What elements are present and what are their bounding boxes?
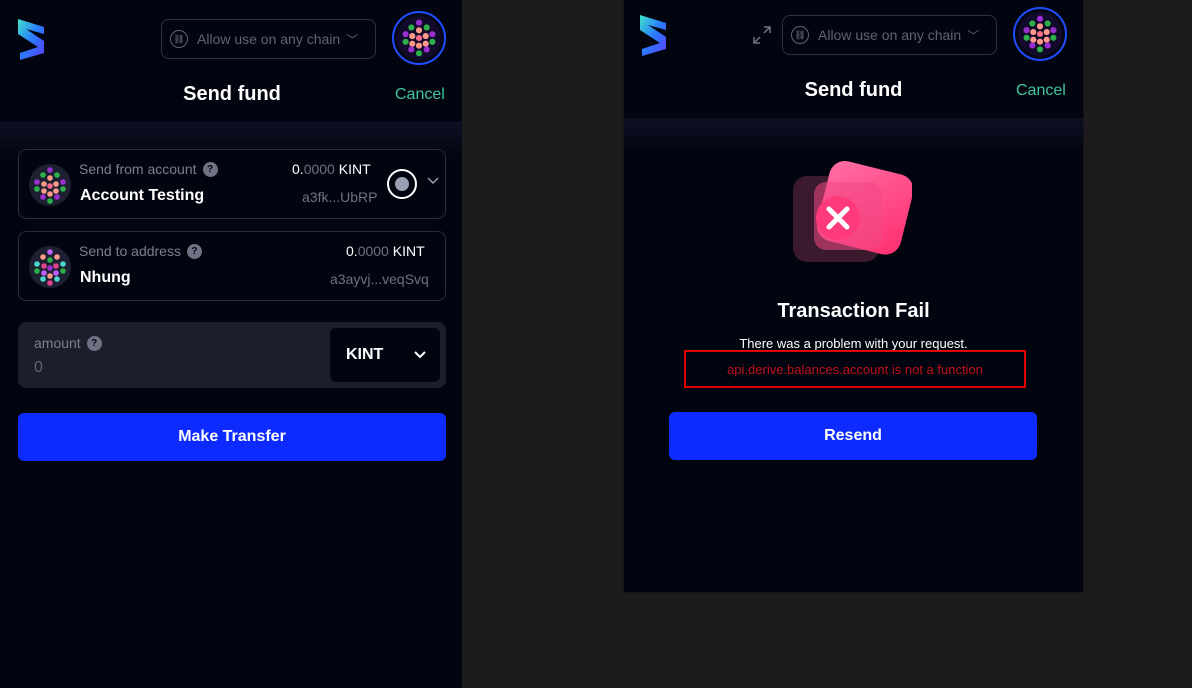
from-balance-token: KINT: [334, 161, 371, 177]
from-account-label-text: Send from account: [79, 161, 197, 177]
error-message: api.derive.balances.account is not a fun…: [684, 350, 1026, 388]
amount-label-text: amount: [34, 335, 81, 351]
subwallet-logo-icon[interactable]: [638, 13, 670, 57]
to-balance-dec: 0000: [357, 243, 389, 259]
amount-input[interactable]: 0: [34, 359, 43, 377]
to-address-label-text: Send to address: [79, 243, 181, 259]
token-select[interactable]: KINT: [330, 328, 440, 382]
cancel-button[interactable]: Cancel: [395, 86, 445, 104]
expand-icon[interactable]: [752, 25, 772, 45]
chain-icon: ⛓: [170, 30, 188, 48]
to-address-label: Send to address ?: [79, 243, 202, 259]
send-to-address-card[interactable]: Send to address ? Nhung 0.0000 KINT a3ay…: [18, 231, 446, 301]
from-account-address: a3fk...UbRP: [302, 189, 378, 205]
amount-field[interactable]: amount ? 0 KINT: [18, 322, 446, 388]
from-balance-int: 0.: [292, 161, 304, 177]
to-address-avatar: [29, 246, 71, 288]
from-account-name: Account Testing: [80, 187, 205, 204]
amount-label: amount ?: [34, 335, 102, 351]
page-title: Send fund: [183, 83, 281, 105]
help-icon[interactable]: ?: [86, 335, 102, 351]
transaction-result-panel: ⛓ Allow use on any chain ﹀ Send fund Can…: [624, 0, 1083, 592]
help-icon[interactable]: ?: [186, 243, 202, 259]
help-icon[interactable]: ?: [202, 161, 218, 177]
error-text: api.derive.balances.account is not a fun…: [727, 361, 983, 377]
cancel-button[interactable]: Cancel: [1016, 82, 1066, 100]
chain-select[interactable]: ⛓ Allow use on any chain ﹀: [161, 19, 376, 59]
resend-button[interactable]: Resend: [669, 412, 1037, 460]
to-address-value: a3ayvj...veqSvq: [330, 271, 429, 287]
result-title: Transaction Fail: [777, 300, 930, 322]
account-avatar[interactable]: [1013, 7, 1067, 61]
from-balance-dec: 0000: [303, 161, 335, 177]
page-title: Send fund: [804, 79, 903, 101]
to-address-balance: 0.0000 KINT: [346, 243, 425, 259]
chain-select-label: Allow use on any chain: [818, 27, 962, 43]
chevron-down-icon: ﹀: [967, 28, 980, 43]
chevron-down-icon: ﹀: [346, 32, 359, 47]
subwallet-logo-icon[interactable]: [16, 17, 48, 61]
account-avatar[interactable]: [392, 11, 446, 65]
network-icon: [387, 169, 417, 199]
screen: ⛓ Allow use on any chain ﹀ Send fund Can…: [0, 0, 1192, 688]
from-account-balance: 0.0000 KINT: [292, 161, 371, 177]
from-account-avatar: [29, 164, 71, 206]
chain-select[interactable]: ⛓ Allow use on any chain ﹀: [782, 15, 997, 55]
send-fund-panel: ⛓ Allow use on any chain ﹀ Send fund Can…: [0, 0, 462, 688]
chain-icon: ⛓: [791, 26, 809, 44]
send-from-account-card[interactable]: Send from account ? Account Testing 0.00…: [18, 149, 446, 219]
chevron-down-icon[interactable]: [427, 174, 439, 186]
from-account-label: Send from account ?: [79, 161, 218, 177]
to-address-name: Nhung: [80, 269, 131, 286]
result-message: There was a problem with your request.: [739, 336, 968, 351]
chevron-down-icon: [414, 351, 426, 359]
token-select-label: KINT: [346, 346, 384, 363]
header-divider: [624, 118, 1083, 154]
chain-select-label: Allow use on any chain: [197, 31, 341, 47]
fail-illustration-icon: [793, 160, 912, 262]
make-transfer-button[interactable]: Make Transfer: [18, 413, 446, 461]
to-balance-token: KINT: [388, 243, 425, 259]
to-balance-int: 0.: [346, 243, 358, 259]
